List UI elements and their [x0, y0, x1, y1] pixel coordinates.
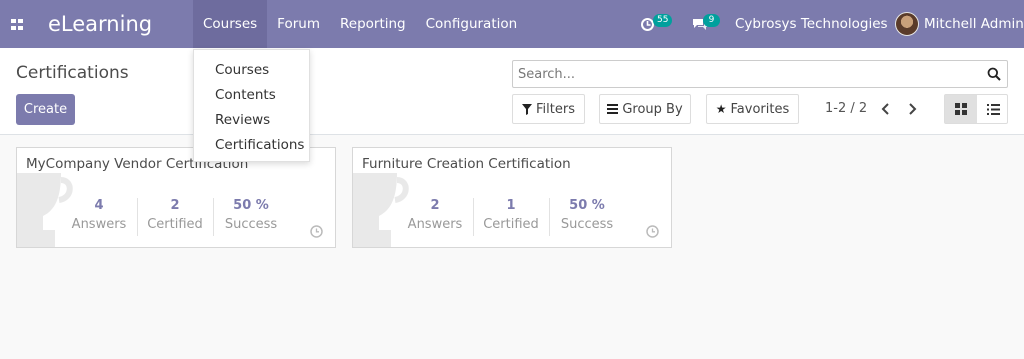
- avatar[interactable]: [895, 12, 919, 36]
- chevron-left-icon[interactable]: [877, 100, 893, 118]
- clock-icon[interactable]: [646, 225, 659, 238]
- menu-reporting[interactable]: Reporting: [330, 0, 416, 48]
- stat-certified[interactable]: 2 Certified: [137, 198, 213, 232]
- answers-value: 2: [430, 198, 440, 213]
- dropdown-item-contents[interactable]: Contents: [194, 82, 309, 107]
- star-icon: ★: [715, 102, 727, 116]
- card-title[interactable]: Furniture Creation Certification: [362, 156, 571, 172]
- success-label: Success: [224, 217, 278, 232]
- group-by-label: Group By: [622, 101, 683, 117]
- view-switcher: [944, 94, 1008, 124]
- company-switcher[interactable]: Cybrosys Technologies: [735, 16, 888, 32]
- clock-icon[interactable]: [310, 225, 323, 238]
- stat-success[interactable]: 50 % Success: [549, 198, 625, 232]
- answers-value: 4: [94, 198, 104, 213]
- favorites-button[interactable]: ★ Favorites: [706, 94, 799, 124]
- search-bar[interactable]: [512, 60, 1008, 88]
- group-by-button[interactable]: Group By: [599, 94, 691, 124]
- stat-success[interactable]: 50 % Success: [213, 198, 289, 232]
- main-navbar: eLearning Courses Forum Reporting Config…: [0, 0, 1024, 48]
- messages-badge: 9: [703, 14, 720, 27]
- menu-courses[interactable]: Courses: [193, 0, 268, 48]
- filters-label: Filters: [536, 101, 575, 117]
- favorites-label: Favorites: [730, 101, 790, 117]
- menu-forum[interactable]: Forum: [267, 0, 330, 48]
- control-panel: Certifications Create Filters Group By ★…: [0, 48, 1024, 135]
- pager-value[interactable]: 1-2 / 2: [825, 101, 867, 116]
- certified-label: Certified: [147, 217, 203, 232]
- certified-value: 1: [506, 198, 516, 213]
- success-value: 50 %: [569, 198, 605, 213]
- search-icon[interactable]: [987, 67, 1001, 81]
- apps-icon[interactable]: [11, 19, 23, 30]
- dropdown-item-reviews[interactable]: Reviews: [194, 107, 309, 132]
- success-value: 50 %: [233, 198, 269, 213]
- certified-value: 2: [170, 198, 180, 213]
- stat-answers[interactable]: 2 Answers: [397, 198, 473, 232]
- create-button[interactable]: Create: [16, 94, 75, 125]
- menu-configuration[interactable]: Configuration: [416, 0, 528, 48]
- stat-answers[interactable]: 4 Answers: [61, 198, 137, 232]
- main-menu: Courses Forum Reporting Configuration: [193, 0, 527, 48]
- list-icon: [607, 104, 619, 114]
- activity-badge: 55: [653, 14, 673, 27]
- dropdown-item-certifications[interactable]: Certifications: [194, 132, 309, 157]
- filter-icon: [522, 103, 533, 115]
- search-input[interactable]: [518, 67, 978, 82]
- certified-label: Certified: [483, 217, 539, 232]
- answers-label: Answers: [407, 217, 463, 232]
- courses-dropdown: Courses Contents Reviews Certifications: [193, 49, 310, 162]
- kanban-icon[interactable]: [945, 95, 977, 123]
- success-label: Success: [560, 217, 614, 232]
- chevron-right-icon[interactable]: [904, 100, 920, 118]
- filters-button[interactable]: Filters: [512, 94, 585, 124]
- page-title: Certifications: [16, 63, 129, 83]
- dropdown-item-courses[interactable]: Courses: [194, 57, 309, 82]
- certification-card[interactable]: Furniture Creation Certification 2 Answe…: [352, 147, 672, 248]
- answers-label: Answers: [71, 217, 127, 232]
- stat-certified[interactable]: 1 Certified: [473, 198, 549, 232]
- app-brand[interactable]: eLearning: [48, 12, 152, 36]
- list-view-icon[interactable]: [977, 95, 1009, 123]
- certification-card[interactable]: MyCompany Vendor Certification 4 Answers…: [16, 147, 336, 248]
- user-menu[interactable]: Mitchell Admin: [924, 16, 1024, 32]
